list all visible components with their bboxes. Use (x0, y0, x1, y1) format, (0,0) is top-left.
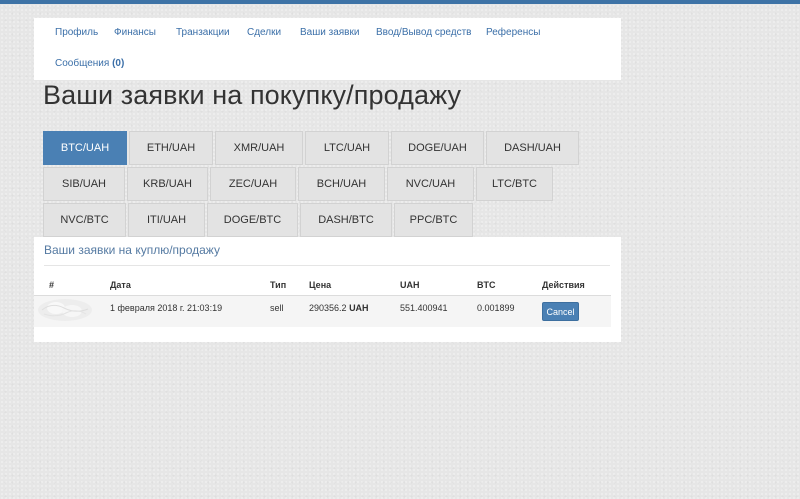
tab-btc-uah[interactable]: BTC/UAH (43, 131, 127, 165)
col-header-date: Дата (110, 280, 131, 290)
page-title: Ваши заявки на покупку/продажу (43, 80, 462, 110)
tab-ppc-btc[interactable]: PPC/BTC (394, 203, 473, 237)
order-price-value: 290356.2 (309, 303, 347, 313)
order-uah-amount: 551.400941 (400, 303, 448, 313)
tab-zec-uah[interactable]: ZEC/UAH (210, 167, 296, 201)
tab-bch-uah[interactable]: BCH/UAH (298, 167, 385, 201)
tab-ltc-btc[interactable]: LTC/BTC (476, 167, 553, 201)
nav-item-finances[interactable]: Финансы (114, 27, 156, 38)
cancel-order-button[interactable]: Cancel (542, 302, 579, 321)
tab-ltc-uah[interactable]: LTC/UAH (305, 131, 389, 165)
tab-doge-uah[interactable]: DOGE/UAH (391, 131, 484, 165)
order-type: sell (270, 303, 284, 313)
nav-item-referrals[interactable]: Референсы (486, 27, 540, 38)
nav-item-messages[interactable]: Сообщения (0) (55, 58, 124, 69)
tab-nvc-uah[interactable]: NVC/UAH (387, 167, 474, 201)
col-header-uah: UAH (400, 280, 420, 290)
nav-item-profile[interactable]: Профиль (55, 27, 98, 38)
tab-doge-btc[interactable]: DOGE/BTC (207, 203, 298, 237)
nav-item-deals[interactable]: Сделки (247, 27, 281, 38)
col-header-btc: BTC (477, 280, 496, 290)
divider (44, 265, 610, 266)
nav-item-deposit-withdraw[interactable]: Ввод/Вывод средств (376, 27, 471, 38)
col-header-actions: Действия (542, 280, 585, 290)
nav-item-transactions[interactable]: Транзакции (176, 27, 230, 38)
col-header-type: Тип (270, 280, 287, 290)
nav-messages-count: (0) (112, 58, 125, 69)
col-header-number: # (49, 280, 55, 290)
order-btc-amount: 0.001899 (477, 303, 515, 313)
orders-panel: Ваши заявки на куплю/продажу # Дата Тип … (34, 237, 621, 342)
account-nav: Профиль Финансы Транзакции Сделки Ваши з… (34, 18, 621, 80)
currency-pair-tabs: BTC/UAH ETH/UAH XMR/UAH LTC/UAH DOGE/UAH… (43, 131, 603, 237)
tab-iti-uah[interactable]: ITI/UAH (128, 203, 205, 237)
order-price: 290356.2 UAH (309, 303, 369, 313)
tab-dash-uah[interactable]: DASH/UAH (486, 131, 579, 165)
tab-sib-uah[interactable]: SIB/UAH (43, 167, 125, 201)
tab-eth-uah[interactable]: ETH/UAH (129, 131, 213, 165)
order-date: 1 февраля 2018 г. 21:03:19 (110, 303, 223, 313)
user-avatar-icon (38, 299, 92, 321)
col-header-price: Цена (309, 280, 332, 290)
nav-messages-label: Сообщения (55, 58, 110, 69)
orders-panel-title: Ваши заявки на куплю/продажу (44, 243, 220, 257)
tab-krb-uah[interactable]: KRB/UAH (127, 167, 208, 201)
order-price-unit: UAH (349, 303, 369, 313)
tab-dash-btc[interactable]: DASH/BTC (300, 203, 392, 237)
top-accent-strip (0, 0, 800, 4)
tab-xmr-uah[interactable]: XMR/UAH (215, 131, 303, 165)
tab-nvc-btc[interactable]: NVC/BTC (43, 203, 126, 237)
table-row: 1 февраля 2018 г. 21:03:19 sell 290356.2… (34, 296, 611, 327)
nav-item-your-orders[interactable]: Ваши заявки (300, 27, 359, 38)
